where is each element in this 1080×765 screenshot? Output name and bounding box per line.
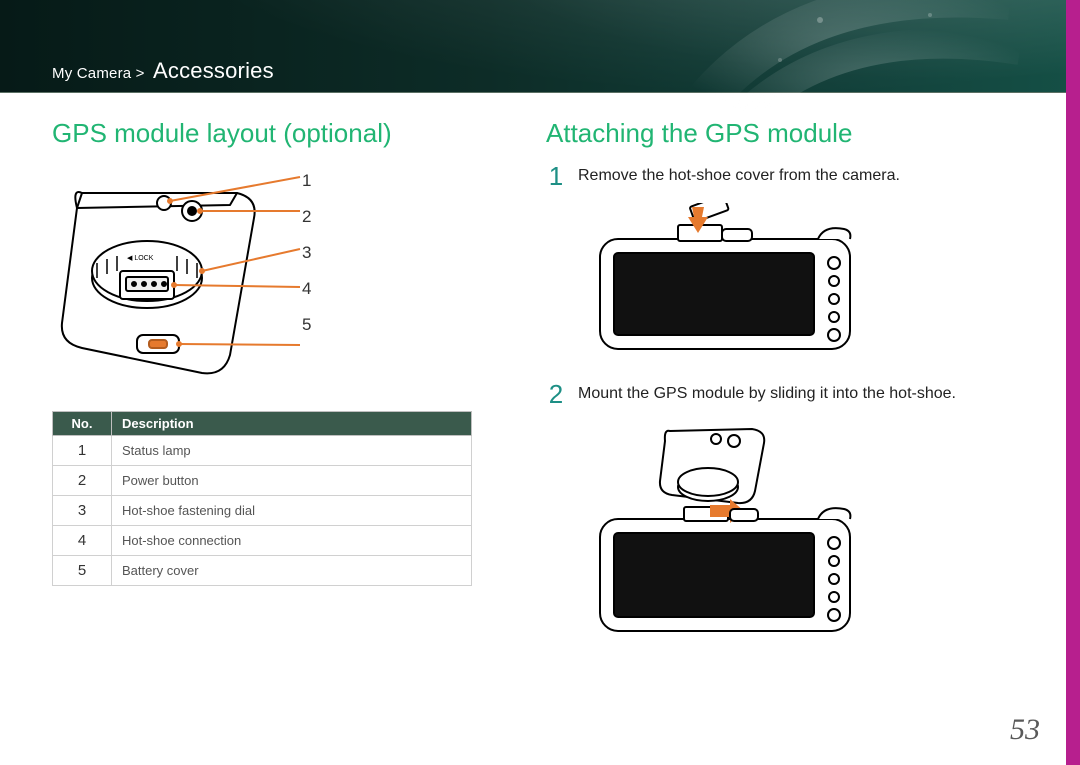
callout-number: 2 [302,199,311,235]
step-number: 2 [546,381,566,407]
step-1: 1 Remove the hot-shoe cover from the cam… [546,163,1040,363]
gps-module-diagram: ◀ LOCK [52,163,352,393]
brand-accent-stripe [1066,0,1080,765]
svg-text:◀ LOCK: ◀ LOCK [127,255,154,262]
breadcrumb-path: My Camera > [52,65,145,82]
parts-table: No. Description 1Status lamp 2Power butt… [52,411,472,586]
table-row: 1Status lamp [53,436,472,466]
heading-attaching: Attaching the GPS module [546,118,1040,149]
breadcrumb: My Camera > Accessories [52,58,274,84]
callout-number: 5 [302,307,311,343]
callout-number: 1 [302,163,311,199]
breadcrumb-section: Accessories [153,58,274,83]
parts-table-head-no: No. [53,412,112,436]
step-text: Remove the hot-shoe cover from the camer… [578,163,900,185]
step-text: Mount the GPS module by sliding it into … [578,381,956,403]
table-row: 3Hot-shoe fastening dial [53,496,472,526]
heading-gps-layout: GPS module layout (optional) [52,118,546,149]
illustration-mount-gps [580,421,1040,651]
illustration-remove-hotshoe-cover [580,203,1040,363]
page-number: 53 [1010,713,1040,747]
table-row: 2Power button [53,466,472,496]
step-number: 1 [546,163,566,189]
table-row: 4Hot-shoe connection [53,526,472,556]
parts-table-head-desc: Description [112,412,472,436]
callout-number: 3 [302,235,311,271]
callout-number: 4 [302,271,311,307]
table-row: 5Battery cover [53,556,472,586]
step-2: 2 Mount the GPS module by sliding it int… [546,381,1040,651]
